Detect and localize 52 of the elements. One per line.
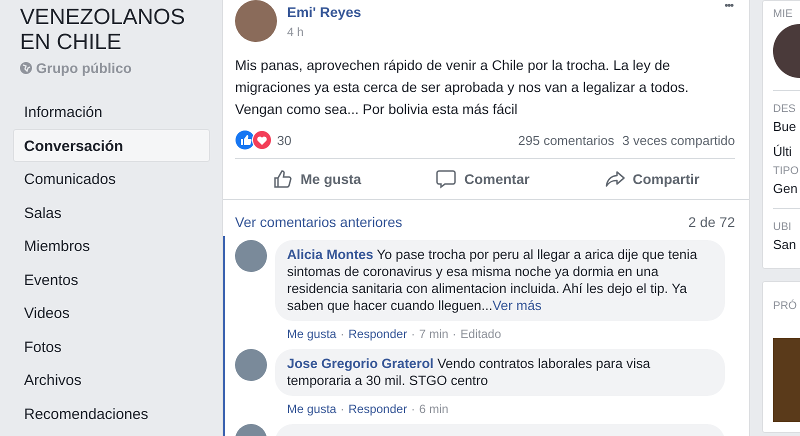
thumbs-up-icon [272, 169, 292, 189]
share-arrow-icon [604, 169, 625, 189]
avatar [235, 240, 267, 272]
nav-item[interactable]: Archivos [13, 363, 210, 396]
section-heading: TIPO [773, 165, 800, 177]
action-button[interactable]: Me gusta [252, 163, 382, 195]
like-link[interactable]: Me gusta [287, 327, 336, 341]
section-heading: UBI [773, 221, 792, 233]
like-link[interactable]: Me gusta [287, 402, 336, 416]
section-heading: MIE [773, 8, 794, 20]
previous-comments-link[interactable]: Ver comentarios anteriores [235, 214, 402, 230]
share-count[interactable]: 3 veces compartido [622, 132, 735, 148]
section-heading: PRÓ [773, 300, 798, 312]
more-options[interactable]: ••• [724, 0, 733, 12]
globe-icon [20, 62, 32, 74]
nav-item[interactable]: Información [13, 95, 210, 128]
separator-dot: · [411, 402, 416, 416]
post-text: Mis panas, aprovechen rápido de venir a Chile por la trocha. La ley de migraciones ya esta cerca de ser aprobada y nos van a legalizar a todos. Vengan como sea... Por bolivia esta más fácil [235, 56, 690, 119]
reactions-icon [235, 130, 273, 150]
action-button[interactable]: Comentar [416, 163, 550, 195]
group-title: VENEZOLANOS EN CHILE [19, 4, 186, 54]
description-text: Últi [773, 144, 793, 159]
nav-item[interactable]: Fotos [13, 330, 210, 363]
comment-count[interactable]: 295 comentarios [518, 132, 614, 148]
comment-text: Jose Gregorio Graterol Vendo contratos laborales para visa temporaria a 30 mil. STGO centro [287, 355, 652, 389]
separator-dot: · [340, 327, 344, 341]
comment-pager-count: 2 de 72 [688, 214, 735, 230]
author-name[interactable]: Emi' Reyes [287, 4, 362, 20]
location-link[interactable]: San [773, 237, 800, 252]
nav-item[interactable]: Recomendaciones [13, 396, 210, 430]
group-privacy: Grupo público [36, 60, 132, 76]
nav-item[interactable]: Conversación [13, 128, 210, 162]
nav-item[interactable]: Salas [13, 196, 210, 229]
reply-link[interactable]: Responder [348, 402, 408, 416]
speech-bubble-icon [436, 169, 456, 189]
section-heading: DES [773, 103, 797, 115]
action-button[interactable]: Compartir [584, 163, 720, 195]
nav-item[interactable]: Eventos [13, 262, 210, 296]
avatar [235, 349, 267, 381]
separator-dot: · [411, 327, 416, 341]
comment-text: Alicia Montes Yo pase trocha por peru al llegar a arica dije que tenia sintomas de coronavirus y esa misma noche ya dormia en una residencia sanitaria con alimentacion incluida. Ahí les dejo el tip. Ya saben que hacer cuando lleguen...Ver más [287, 246, 698, 314]
reaction-count[interactable]: 30 [277, 132, 292, 148]
see-more-link[interactable]: Ver más [492, 298, 542, 313]
description-text: Bue [773, 119, 798, 134]
avatar [235, 0, 277, 42]
nav-item[interactable]: Comunicados [13, 162, 210, 196]
type-text: Gen [773, 181, 799, 196]
nav-item[interactable]: Miembros [13, 229, 210, 262]
separator-dot: · [452, 327, 456, 341]
reply-link[interactable]: Responder [348, 327, 408, 341]
nav-item[interactable]: Videos [13, 296, 210, 330]
separator-dot: · [340, 402, 344, 416]
